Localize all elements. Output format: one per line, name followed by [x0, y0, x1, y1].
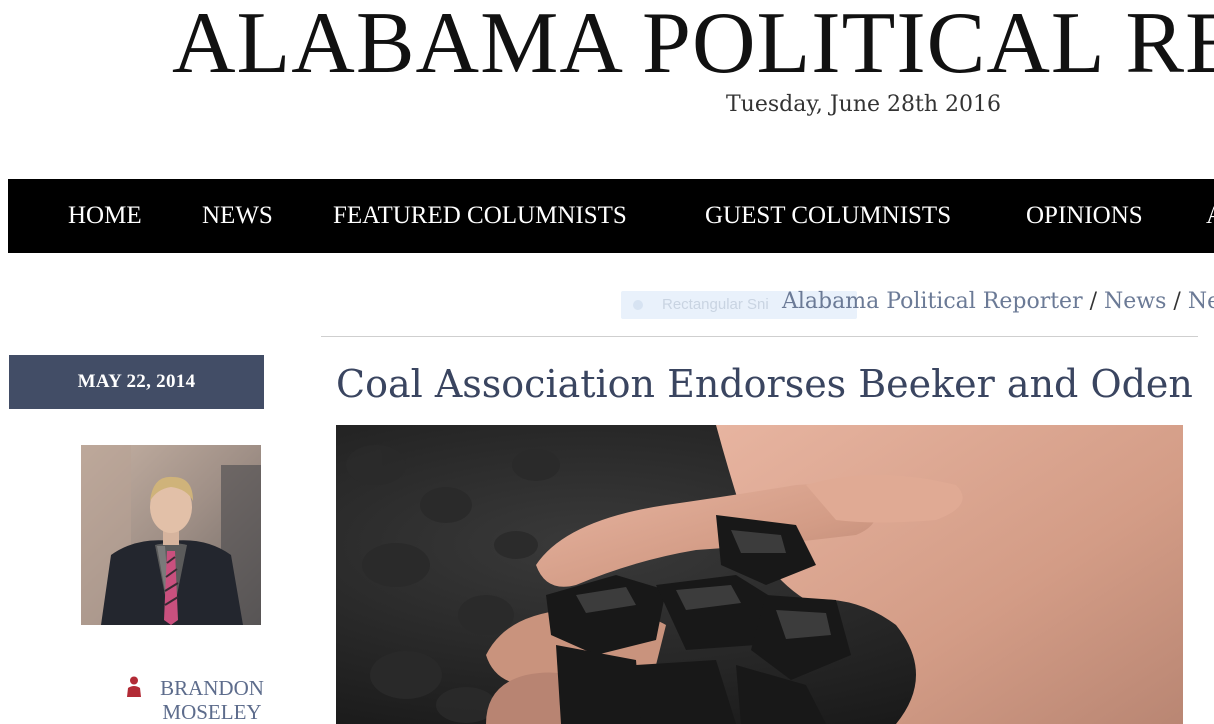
coal-in-hand-image: [336, 425, 1183, 724]
nav-item-home[interactable]: HOME: [68, 179, 142, 253]
breadcrumb-news[interactable]: News: [1104, 289, 1166, 314]
nav-item-guest-columnists[interactable]: GUEST COLUMNISTS: [705, 179, 951, 253]
breadcrumb-separator: /: [1089, 289, 1098, 314]
breadcrumb: Alabama Political Reporter/News/New: [782, 289, 1214, 319]
snipping-tool-label: Rectangular Sni: [662, 296, 769, 313]
main-navigation: HOME NEWS FEATURED COLUMNISTS GUEST COLU…: [8, 179, 1214, 253]
nav-item-truncated[interactable]: A: [1206, 179, 1214, 253]
current-date: Tuesday, June 28th 2016: [726, 92, 1001, 117]
breadcrumb-separator: /: [1173, 289, 1181, 314]
author-avatar[interactable]: [81, 445, 261, 625]
nav-item-news[interactable]: NEWS: [202, 179, 273, 253]
header-divider: [321, 336, 1198, 337]
article-title: Coal Association Endorses Beeker and Ode…: [336, 362, 1193, 406]
author-photo: [81, 445, 261, 625]
author-name-link[interactable]: BRANDON MOSELEY: [157, 676, 267, 724]
publish-date-badge: MAY 22, 2014: [9, 355, 264, 409]
record-dot-icon: [633, 300, 643, 310]
person-icon: [127, 676, 141, 697]
nav-item-opinions[interactable]: OPINIONS: [1026, 179, 1143, 253]
nav-item-featured-columnists[interactable]: FEATURED COLUMNISTS: [333, 179, 627, 253]
breadcrumb-home[interactable]: Alabama Political Reporter: [782, 289, 1083, 314]
site-title[interactable]: ALABAMA POLITICAL RE: [172, 0, 1214, 90]
breadcrumb-current[interactable]: New: [1188, 289, 1214, 314]
article-hero-image: [336, 425, 1183, 724]
